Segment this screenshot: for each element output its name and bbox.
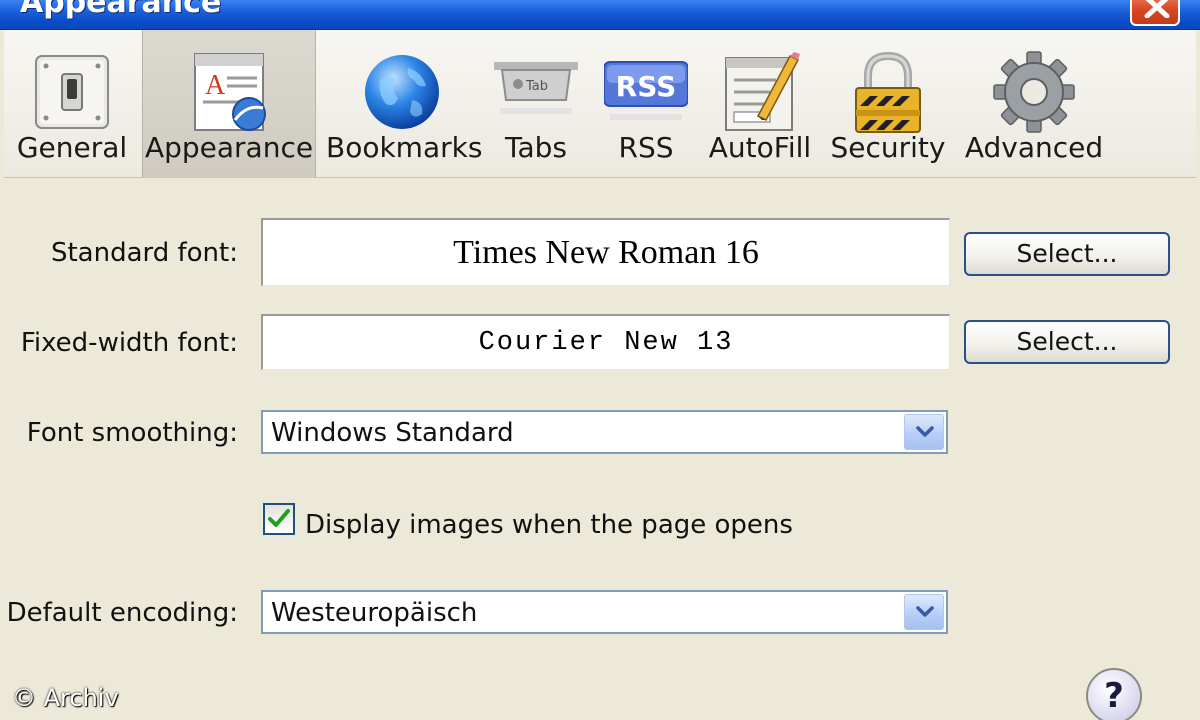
preferences-toolbar: General A Appearance Bookmarks Tab Tabs … xyxy=(4,30,1196,178)
fixed-width-font-display: Courier New 13 xyxy=(261,314,950,370)
tab-appearance-label: Appearance xyxy=(144,131,314,164)
tab-bookmarks-label: Bookmarks xyxy=(326,131,483,164)
tab-autofill-label: AutoFill xyxy=(708,131,812,164)
globe-icon xyxy=(365,55,439,129)
standard-font-select-button[interactable]: Select... xyxy=(964,232,1170,276)
appearance-icon: A xyxy=(194,53,266,131)
tab-tabs[interactable]: Tab Tabs xyxy=(484,30,588,178)
font-smoothing-dropdown[interactable]: Windows Standard xyxy=(261,410,948,454)
font-smoothing-dropdown-button[interactable] xyxy=(904,414,944,450)
checkmark-icon xyxy=(268,509,290,527)
rss-icon: RSS xyxy=(604,61,688,120)
tab-general-label: General xyxy=(16,131,128,164)
default-encoding-dropdown-button[interactable] xyxy=(904,594,944,630)
standard-font-label: Standard font: xyxy=(50,238,238,268)
chevron-down-icon xyxy=(916,426,934,437)
autofill-icon xyxy=(725,52,800,131)
tab-rss[interactable]: RSS RSS xyxy=(596,30,696,178)
close-button[interactable] xyxy=(1130,0,1180,26)
font-smoothing-value: Windows Standard xyxy=(271,418,514,448)
tab-tabs-label: Tabs xyxy=(505,131,567,164)
tab-advanced-label: Advanced xyxy=(964,131,1104,164)
tab-general[interactable]: General xyxy=(4,30,140,178)
standard-font-display: Times New Roman 16 xyxy=(261,218,950,286)
tab-security[interactable]: Security xyxy=(826,30,950,178)
svg-text:RSS: RSS xyxy=(616,70,677,103)
tab-rss-label: RSS xyxy=(618,131,674,164)
default-encoding-dropdown[interactable]: Westeuropäisch xyxy=(261,590,948,634)
lock-icon xyxy=(855,51,921,133)
font-smoothing-label: Font smoothing: xyxy=(26,418,238,448)
chevron-down-icon xyxy=(916,606,934,617)
default-encoding-label: Default encoding: xyxy=(6,598,238,628)
fixed-width-font-label: Fixed-width font: xyxy=(20,328,238,358)
tab-autofill[interactable]: AutoFill xyxy=(704,30,816,178)
default-encoding-value: Westeuropäisch xyxy=(271,598,478,628)
title-bar: Appearance xyxy=(0,0,1200,30)
copyright-watermark: © Archiv xyxy=(12,684,119,712)
close-icon xyxy=(1144,0,1170,18)
tab-appearance[interactable]: A Appearance xyxy=(142,30,316,178)
tab-advanced[interactable]: Advanced xyxy=(960,30,1108,178)
svg-text:A: A xyxy=(205,70,226,101)
gear-icon xyxy=(993,51,1075,133)
tab-bookmarks[interactable]: Bookmarks xyxy=(326,30,483,178)
fixed-width-font-select-button[interactable]: Select... xyxy=(964,320,1170,364)
tab-security-label: Security xyxy=(830,131,946,164)
tab-icon: Tab xyxy=(494,62,578,114)
display-images-checkbox[interactable] xyxy=(263,503,295,535)
help-button[interactable]: ? xyxy=(1086,668,1142,720)
switch-icon xyxy=(35,55,109,129)
svg-text:Tab: Tab xyxy=(525,79,548,94)
window-title: Appearance xyxy=(20,0,222,20)
display-images-label[interactable]: Display images when the page opens xyxy=(305,508,793,542)
